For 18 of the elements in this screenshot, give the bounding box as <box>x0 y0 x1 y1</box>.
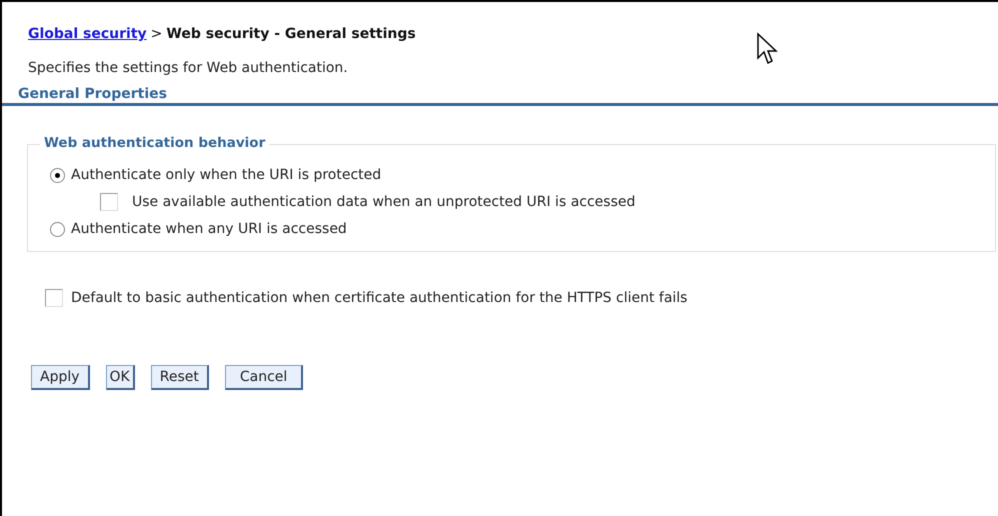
mouse-pointer-icon <box>756 32 778 66</box>
page-description: Specifies the settings for Web authentication. <box>27 60 349 76</box>
option-label: Authenticate when any URI is accessed <box>71 221 347 237</box>
form-button[interactable]: Apply <box>31 365 90 390</box>
checkbox[interactable] <box>100 193 118 211</box>
radio-button[interactable] <box>50 168 65 182</box>
section-heading: General Properties <box>2 86 998 106</box>
option-label: Use available authentication data when an unprotected URI is accessed <box>132 194 636 210</box>
breadcrumb-separator: > <box>150 26 162 42</box>
checkbox[interactable] <box>45 289 63 308</box>
form-button[interactable]: OK <box>106 365 135 390</box>
page-title: Web security - General settings <box>166 26 416 42</box>
form-button[interactable]: Cancel <box>224 365 304 390</box>
breadcrumb-link[interactable]: Global security <box>28 26 147 42</box>
radio-button[interactable] <box>50 222 65 236</box>
option-label: Authenticate only when the URI is protected <box>71 167 382 183</box>
form-button[interactable]: Reset <box>150 365 209 390</box>
option-label: Default to basic authentication when certificate authentication for the HTTPS client fails <box>71 290 688 306</box>
